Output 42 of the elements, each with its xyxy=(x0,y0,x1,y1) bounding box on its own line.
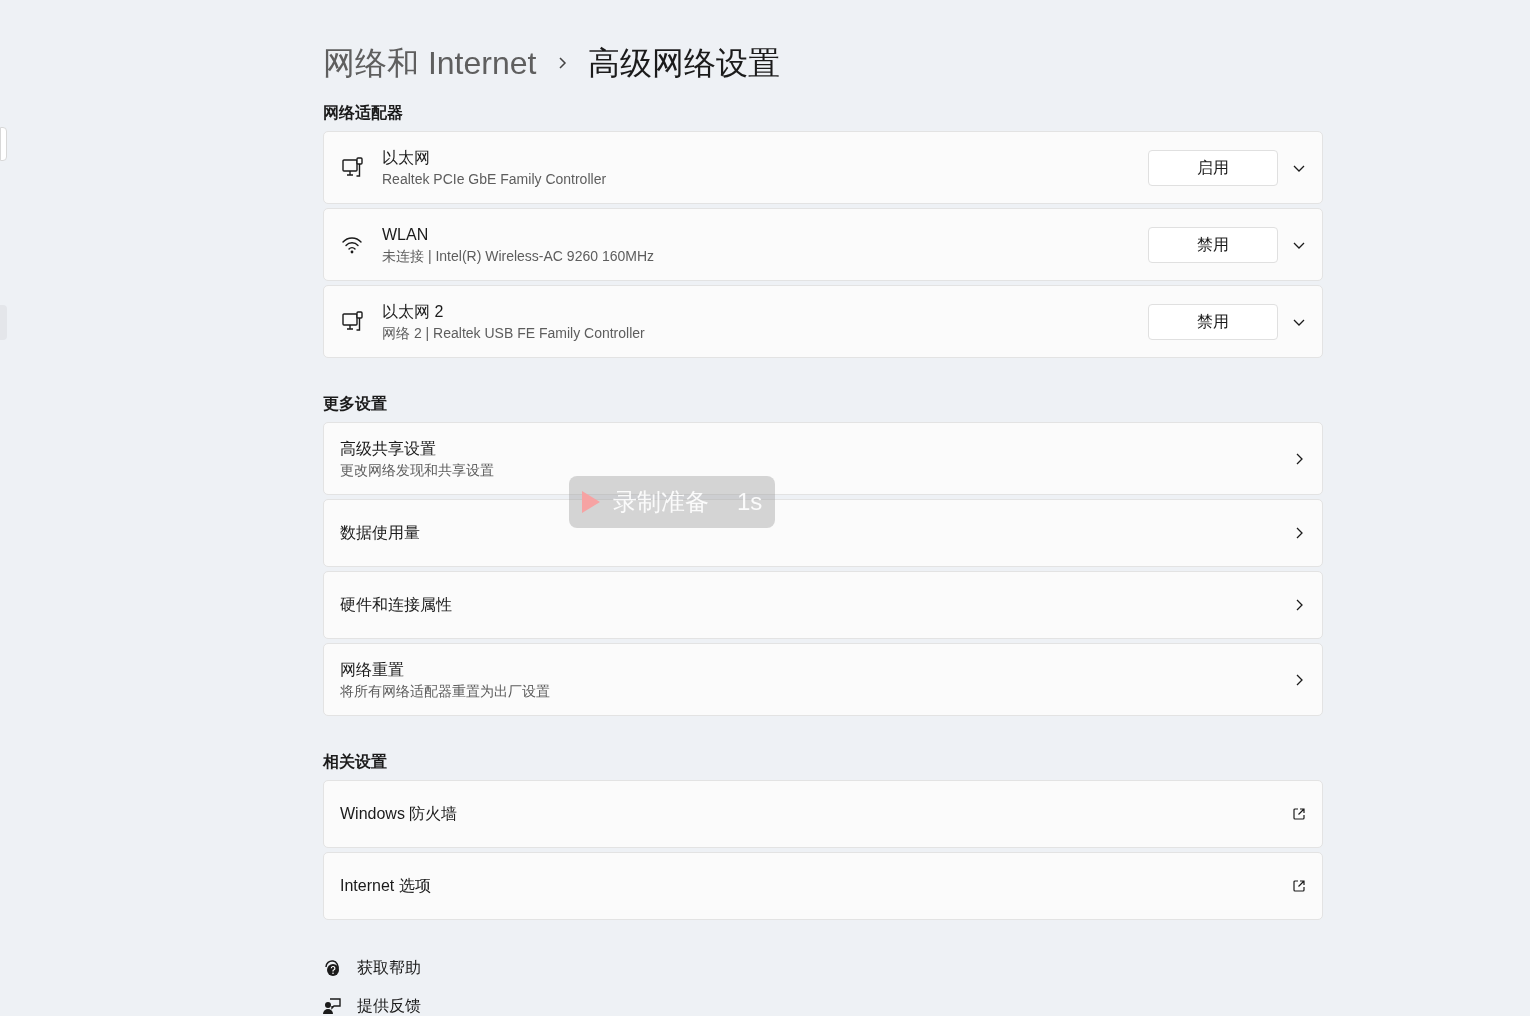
card-subtitle: 将所有网络适配器重置为出厂设置 xyxy=(340,681,551,701)
sidebar-panel-edge xyxy=(0,127,7,161)
card-title: 网络重置 xyxy=(340,659,405,680)
settings-card[interactable]: 网络重置 将所有网络适配器重置为出厂设置 xyxy=(323,643,1323,716)
card-title: 硬件和连接属性 xyxy=(340,595,453,615)
adapter-toggle-button[interactable]: 禁用 xyxy=(1148,226,1278,263)
settings-card[interactable]: 硬件和连接属性 xyxy=(323,571,1323,639)
settings-card[interactable]: 以太网 Realtek PCIe GbE Family Controller 启用 xyxy=(323,131,1323,204)
page-title: 高级网络设置 xyxy=(588,47,781,79)
ethernet-monitor-icon xyxy=(342,311,364,332)
card-subtitle: Realtek PCIe GbE Family Controller xyxy=(382,169,608,189)
adapter-toggle-button[interactable]: 禁用 xyxy=(1148,303,1278,340)
footer-link[interactable]: 提供反馈 xyxy=(357,994,421,1016)
card-title: 高级共享设置 xyxy=(340,438,437,459)
card-title: 数据使用量 xyxy=(340,523,421,543)
breadcrumb-link[interactable]: 网络和 Internet xyxy=(323,47,537,79)
settings-card[interactable]: WLAN 未连接 | Intel(R) Wireless-AC 9260 160MHz 禁用 xyxy=(323,208,1323,281)
settings-card[interactable]: 高级共享设置 更改网络发现和共享设置 xyxy=(323,422,1323,495)
card-subtitle: 未连接 | Intel(R) Wireless-AC 9260 160MHz xyxy=(382,246,656,266)
card-title: Internet 选项 xyxy=(340,876,432,896)
play-icon xyxy=(581,490,601,514)
section-header: 相关设置 xyxy=(323,752,388,772)
settings-card[interactable]: Internet 选项 xyxy=(323,852,1323,920)
card-subtitle: 更改网络发现和共享设置 xyxy=(340,460,495,480)
footer-link[interactable]: 获取帮助 xyxy=(357,956,421,980)
external-link-icon xyxy=(1292,807,1306,821)
section-header: 更多设置 xyxy=(323,394,388,414)
feedback-icon xyxy=(323,997,341,1015)
card-title: 以太网 2 xyxy=(382,301,445,322)
card-title: 以太网 xyxy=(382,147,431,168)
help-icon xyxy=(323,959,341,977)
wifi-icon xyxy=(342,235,362,254)
settings-card[interactable]: Windows 防火墙 xyxy=(323,780,1323,848)
adapter-toggle-button[interactable]: 启用 xyxy=(1148,149,1278,186)
settings-card[interactable]: 以太网 2 网络 2 | Realtek USB FE Family Controller 禁用 xyxy=(323,285,1323,358)
external-link-icon xyxy=(1292,879,1306,893)
ethernet-monitor-icon xyxy=(342,157,364,178)
card-title: Windows 防火墙 xyxy=(340,804,459,824)
card-title: WLAN xyxy=(382,224,430,245)
card-subtitle: 网络 2 | Realtek USB FE Family Controller xyxy=(382,323,646,343)
breadcrumb-separator-icon xyxy=(556,56,569,70)
section-header: 网络适配器 xyxy=(323,103,404,123)
